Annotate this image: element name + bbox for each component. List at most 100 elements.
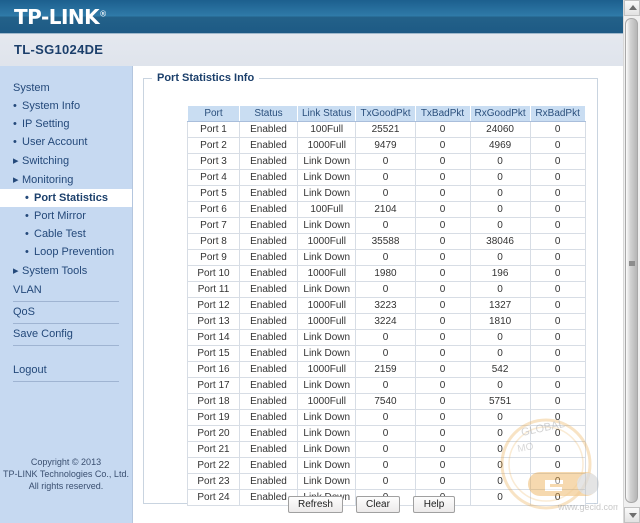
cell-txbadpkt: 0 [414,201,471,218]
sidebar-item-switching[interactable]: ▸ Switching [0,151,132,170]
sidebar-item-logout[interactable]: Logout [0,360,132,379]
cell-txbadpkt: 0 [414,457,471,474]
sidebar-item-vlan[interactable]: VLAN [0,280,132,299]
table-row: Port 7 Enabled Link Down 0 0 0 0 [187,217,586,234]
cell-txgoodpkt: 0 [355,153,416,170]
sidebar-item-system-info[interactable]: • System Info [0,97,132,115]
bullet-icon: • [25,210,29,222]
action-button-row: Refresh Clear Help [144,496,599,513]
cell-txgoodpkt: 2159 [355,361,416,378]
port-statistics-table: Port Status Link Status TxGoodPkt TxBadP… [187,105,586,506]
cell-rxgoodpkt: 196 [469,265,531,282]
main-content: Port Statistics Info Port Status Link St… [133,66,618,523]
cell-rxgoodpkt: 1327 [469,297,531,314]
cell-link-status: 1000Full [296,297,357,314]
cell-rxgoodpkt: 0 [469,329,531,346]
cell-link-status: Link Down [296,377,357,394]
table-row: Port 22 Enabled Link Down 0 0 0 0 [187,457,586,474]
cell-port: Port 11 [187,281,240,298]
sidebar-item-port-mirror[interactable]: • Port Mirror [0,207,132,225]
cell-rxgoodpkt: 0 [469,249,531,266]
cell-port: Port 15 [187,345,240,362]
cell-txbadpkt: 0 [414,233,471,250]
model-strip: TL-SG1024DE [0,34,640,66]
sidebar-item-ip-setting[interactable]: • IP Setting [0,115,132,133]
column-header-txgoodpkt: TxGoodPkt [355,105,416,122]
cell-link-status: Link Down [296,217,357,234]
cell-port: Port 10 [187,265,240,282]
device-model-title: TL-SG1024DE [14,42,104,57]
cell-rxbadpkt: 0 [529,409,586,426]
column-header-port: Port [187,105,240,122]
cell-txbadpkt: 0 [414,345,471,362]
clear-button[interactable]: Clear [356,496,400,513]
table-row: Port 19 Enabled Link Down 0 0 0 0 [187,409,586,426]
cell-txgoodpkt: 1980 [355,265,416,282]
cell-link-status: 100Full [296,201,357,218]
cell-txgoodpkt: 9479 [355,137,416,154]
cell-port: Port 2 [187,137,240,154]
cell-status: Enabled [239,425,298,442]
cell-status: Enabled [239,313,298,330]
sidebar-item-label: Monitoring [22,174,74,186]
table-row: Port 21 Enabled Link Down 0 0 0 0 [187,441,586,458]
sidebar-group-system[interactable]: System [0,79,132,97]
chevron-up-icon [629,5,637,10]
cell-rxgoodpkt: 1810 [469,313,531,330]
sidebar-item-monitoring[interactable]: ▸ Monitoring [0,170,132,189]
port-statistics-table-wrap: Port Status Link Status TxGoodPkt TxBadP… [187,105,586,506]
sidebar-item-label: Cable Test [34,228,86,240]
sidebar-item-user-account[interactable]: • User Account [0,133,132,151]
table-row: Port 23 Enabled Link Down 0 0 0 0 [187,473,586,490]
cell-txbadpkt: 0 [414,361,471,378]
refresh-button[interactable]: Refresh [287,496,343,513]
cell-rxbadpkt: 0 [529,457,586,474]
cell-status: Enabled [239,217,298,234]
cell-status: Enabled [239,409,298,426]
cell-link-status: Link Down [296,153,357,170]
cell-txgoodpkt: 0 [355,329,416,346]
cell-status: Enabled [239,249,298,266]
cell-txbadpkt: 0 [414,153,471,170]
sidebar-item-system-tools[interactable]: ▸ System Tools [0,261,132,280]
cell-rxgoodpkt: 0 [469,441,531,458]
cell-txgoodpkt: 25521 [355,121,416,138]
cell-rxbadpkt: 0 [529,441,586,458]
sidebar-item-label: System Info [22,100,81,112]
table-row: Port 20 Enabled Link Down 0 0 0 0 [187,425,586,442]
tplink-logo: TP-LINK® [14,5,107,29]
cell-rxbadpkt: 0 [529,153,586,170]
cell-status: Enabled [239,137,298,154]
cell-status: Enabled [239,377,298,394]
cell-txbadpkt: 0 [414,185,471,202]
sidebar-item-cable-test[interactable]: • Cable Test [0,225,132,243]
scrollbar-thumb[interactable] [625,18,638,503]
cell-txbadpkt: 0 [414,281,471,298]
cell-status: Enabled [239,281,298,298]
scroll-down-button[interactable] [624,507,640,523]
cell-port: Port 5 [187,185,240,202]
scroll-up-button[interactable] [624,0,640,16]
cell-rxbadpkt: 0 [529,473,586,490]
bullet-icon: • [13,100,17,112]
brand-text: TP-LINK [14,5,100,29]
cell-rxgoodpkt: 0 [469,345,531,362]
table-row: Port 18 Enabled 1000Full 7540 0 5751 0 [187,393,586,410]
sidebar-item-qos[interactable]: QoS [0,302,132,321]
cell-txgoodpkt: 3224 [355,313,416,330]
cell-rxgoodpkt: 0 [469,185,531,202]
sidebar-item-port-statistics[interactable]: • Port Statistics [0,189,132,207]
registered-mark-icon: ® [99,9,107,19]
cell-rxgoodpkt: 0 [469,409,531,426]
table-header-row: Port Status Link Status TxGoodPkt TxBadP… [187,105,586,122]
cell-link-status: Link Down [296,457,357,474]
cell-link-status: 1000Full [296,313,357,330]
help-button[interactable]: Help [413,496,456,513]
vertical-scrollbar[interactable] [623,0,640,523]
cell-link-status: Link Down [296,185,357,202]
sidebar-item-save-config[interactable]: Save Config [0,324,132,343]
sidebar-item-loop-prevention[interactable]: • Loop Prevention [0,243,132,261]
table-row: Port 4 Enabled Link Down 0 0 0 0 [187,169,586,186]
cell-status: Enabled [239,233,298,250]
table-row: Port 3 Enabled Link Down 0 0 0 0 [187,153,586,170]
